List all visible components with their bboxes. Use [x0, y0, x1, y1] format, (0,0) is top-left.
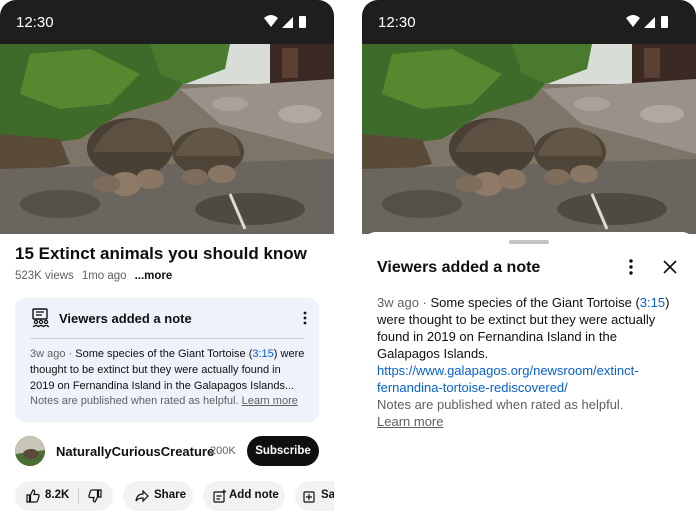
signal-icon — [644, 17, 655, 28]
note-footer-text: Notes are published when rated as helpfu… — [30, 395, 239, 407]
video-meta: 523K views 1mo ago ...more — [15, 270, 172, 282]
note-card-footer: Notes are published when rated as helpfu… — [30, 395, 298, 407]
sheet-title: Viewers added a note — [377, 259, 541, 276]
wifi-icon — [626, 15, 640, 27]
phone-note-sheet: 12:30 Viewers added a note 3w ago · Some… — [362, 0, 696, 522]
tortoise-photo — [0, 44, 334, 234]
add-note-icon — [213, 489, 227, 503]
sheet-note-age: 3w ago — [377, 295, 419, 310]
save-icon — [303, 491, 315, 503]
like-dislike-pill: 8.2K — [15, 481, 113, 511]
sheet-drag-handle[interactable] — [509, 240, 549, 244]
note-card-divider — [30, 338, 304, 339]
timestamp-link[interactable]: 3:15 — [252, 348, 273, 360]
more-link[interactable]: ...more — [135, 270, 173, 282]
note-card-body: 3w ago · Some species of the Giant Torto… — [30, 346, 306, 394]
channel-name[interactable]: NaturallyCuriousCreature — [56, 444, 214, 459]
video-thumbnail[interactable] — [0, 44, 334, 234]
view-count: 523K views — [15, 270, 74, 282]
learn-more-link[interactable]: Learn more — [242, 395, 298, 407]
sheet-footer: Notes are published when rated as helpfu… — [377, 396, 677, 430]
status-time-right: 12:30 — [378, 14, 416, 31]
share-icon — [135, 489, 149, 503]
status-icons — [264, 15, 306, 28]
share-label: Share — [154, 489, 186, 501]
status-bar: 12:30 — [0, 0, 334, 44]
add-note-button[interactable]: Add note — [203, 481, 285, 511]
status-bar-right: 12:30 — [362, 0, 696, 44]
note-text-before: Some species of the Giant Tortoise ( — [75, 348, 253, 360]
note-card-title: Viewers added a note — [59, 311, 192, 326]
screenshot-stage: 12:30 15 Extinct animals you should know… — [0, 0, 696, 522]
status-icons-right — [626, 15, 668, 28]
sheet-timestamp-link[interactable]: 3:15 — [640, 295, 665, 310]
video-title: 15 Extinct animals you should know — [15, 244, 307, 263]
video-thumbnail-right[interactable] — [362, 44, 696, 234]
like-icon[interactable] — [26, 489, 40, 503]
note-icon — [32, 308, 50, 328]
note-separator: · — [65, 348, 76, 360]
status-time: 12:30 — [16, 14, 54, 31]
phone-video-page: 12:30 15 Extinct animals you should know… — [0, 0, 334, 522]
more-vert-icon[interactable] — [626, 258, 636, 276]
save-label: Sa — [321, 489, 334, 501]
subscribe-button[interactable]: Subscribe — [247, 436, 319, 466]
wifi-icon — [264, 15, 278, 27]
sheet-note-body: 3w ago · Some species of the Giant Torto… — [377, 294, 677, 396]
dislike-icon[interactable] — [88, 489, 102, 503]
battery-icon — [661, 16, 668, 28]
save-button[interactable]: Sa — [295, 481, 334, 511]
add-note-label: Add note — [229, 489, 279, 501]
more-vert-icon[interactable] — [301, 311, 309, 325]
note-age: 3w ago — [30, 348, 66, 360]
channel-row: NaturallyCuriousCreature 200K Subscribe — [15, 436, 319, 466]
action-bar: 8.2K Share Add note Sa — [15, 481, 334, 511]
close-icon[interactable] — [662, 259, 678, 275]
share-button[interactable]: Share — [123, 481, 193, 511]
sheet-text-before: Some species of the Giant Tortoise ( — [430, 295, 640, 310]
note-bottom-sheet: Viewers added a note 3w ago · Some speci… — [362, 232, 696, 522]
tortoise-photo-right — [362, 44, 696, 234]
upload-age: 1mo ago — [81, 270, 127, 282]
battery-icon — [299, 16, 306, 28]
sheet-separator: · — [418, 295, 431, 310]
avatar-image — [15, 436, 45, 466]
sheet-learn-more-link[interactable]: Learn more — [377, 413, 677, 430]
source-url-link[interactable]: https://www.galapagos.org/newsroom/extin… — [377, 363, 639, 395]
avatar[interactable] — [15, 436, 45, 466]
like-count[interactable]: 8.2K — [45, 489, 69, 501]
like-divider — [78, 488, 79, 504]
viewer-note-card[interactable]: Viewers added a note 3w ago · Some speci… — [15, 298, 319, 422]
sheet-footer-text: Notes are published when rated as helpfu… — [377, 397, 624, 412]
subscriber-count: 200K — [210, 445, 236, 457]
signal-icon — [282, 17, 293, 28]
